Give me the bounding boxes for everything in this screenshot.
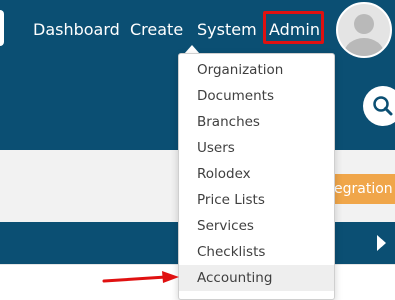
admin-highlight-box [263, 11, 324, 44]
search-button[interactable] [363, 86, 395, 126]
menu-item-branches[interactable]: Branches [179, 109, 334, 135]
menu-item-users[interactable]: Users [179, 135, 334, 161]
menu-item-documents[interactable]: Documents [179, 83, 334, 109]
menu-item-rolodex[interactable]: Rolodex [179, 161, 334, 187]
arrow-right-icon [102, 271, 179, 283]
menu-item-organization[interactable]: Organization [179, 57, 334, 83]
search-icon [373, 96, 393, 116]
logo-edge[interactable] [0, 10, 4, 46]
user-avatar-icon[interactable] [336, 2, 392, 58]
avatar-silhouette-icon [344, 14, 384, 56]
menu-item-checklists[interactable]: Checklists [179, 239, 334, 265]
menu-item-accounting[interactable]: Accounting [179, 265, 334, 291]
triangle-right-icon[interactable] [377, 235, 386, 251]
menu-item-services[interactable]: Services [179, 213, 334, 239]
menu-item-price-lists[interactable]: Price Lists [179, 187, 334, 213]
nav-system[interactable]: System [197, 19, 257, 41]
integration-button-label: egration [334, 181, 393, 197]
admin-dropdown-menu: Organization Documents Branches Users Ro… [178, 53, 335, 300]
nav-create[interactable]: Create [130, 19, 183, 41]
integration-button[interactable]: egration ▾ [330, 174, 395, 204]
nav-dashboard[interactable]: Dashboard [33, 19, 120, 41]
